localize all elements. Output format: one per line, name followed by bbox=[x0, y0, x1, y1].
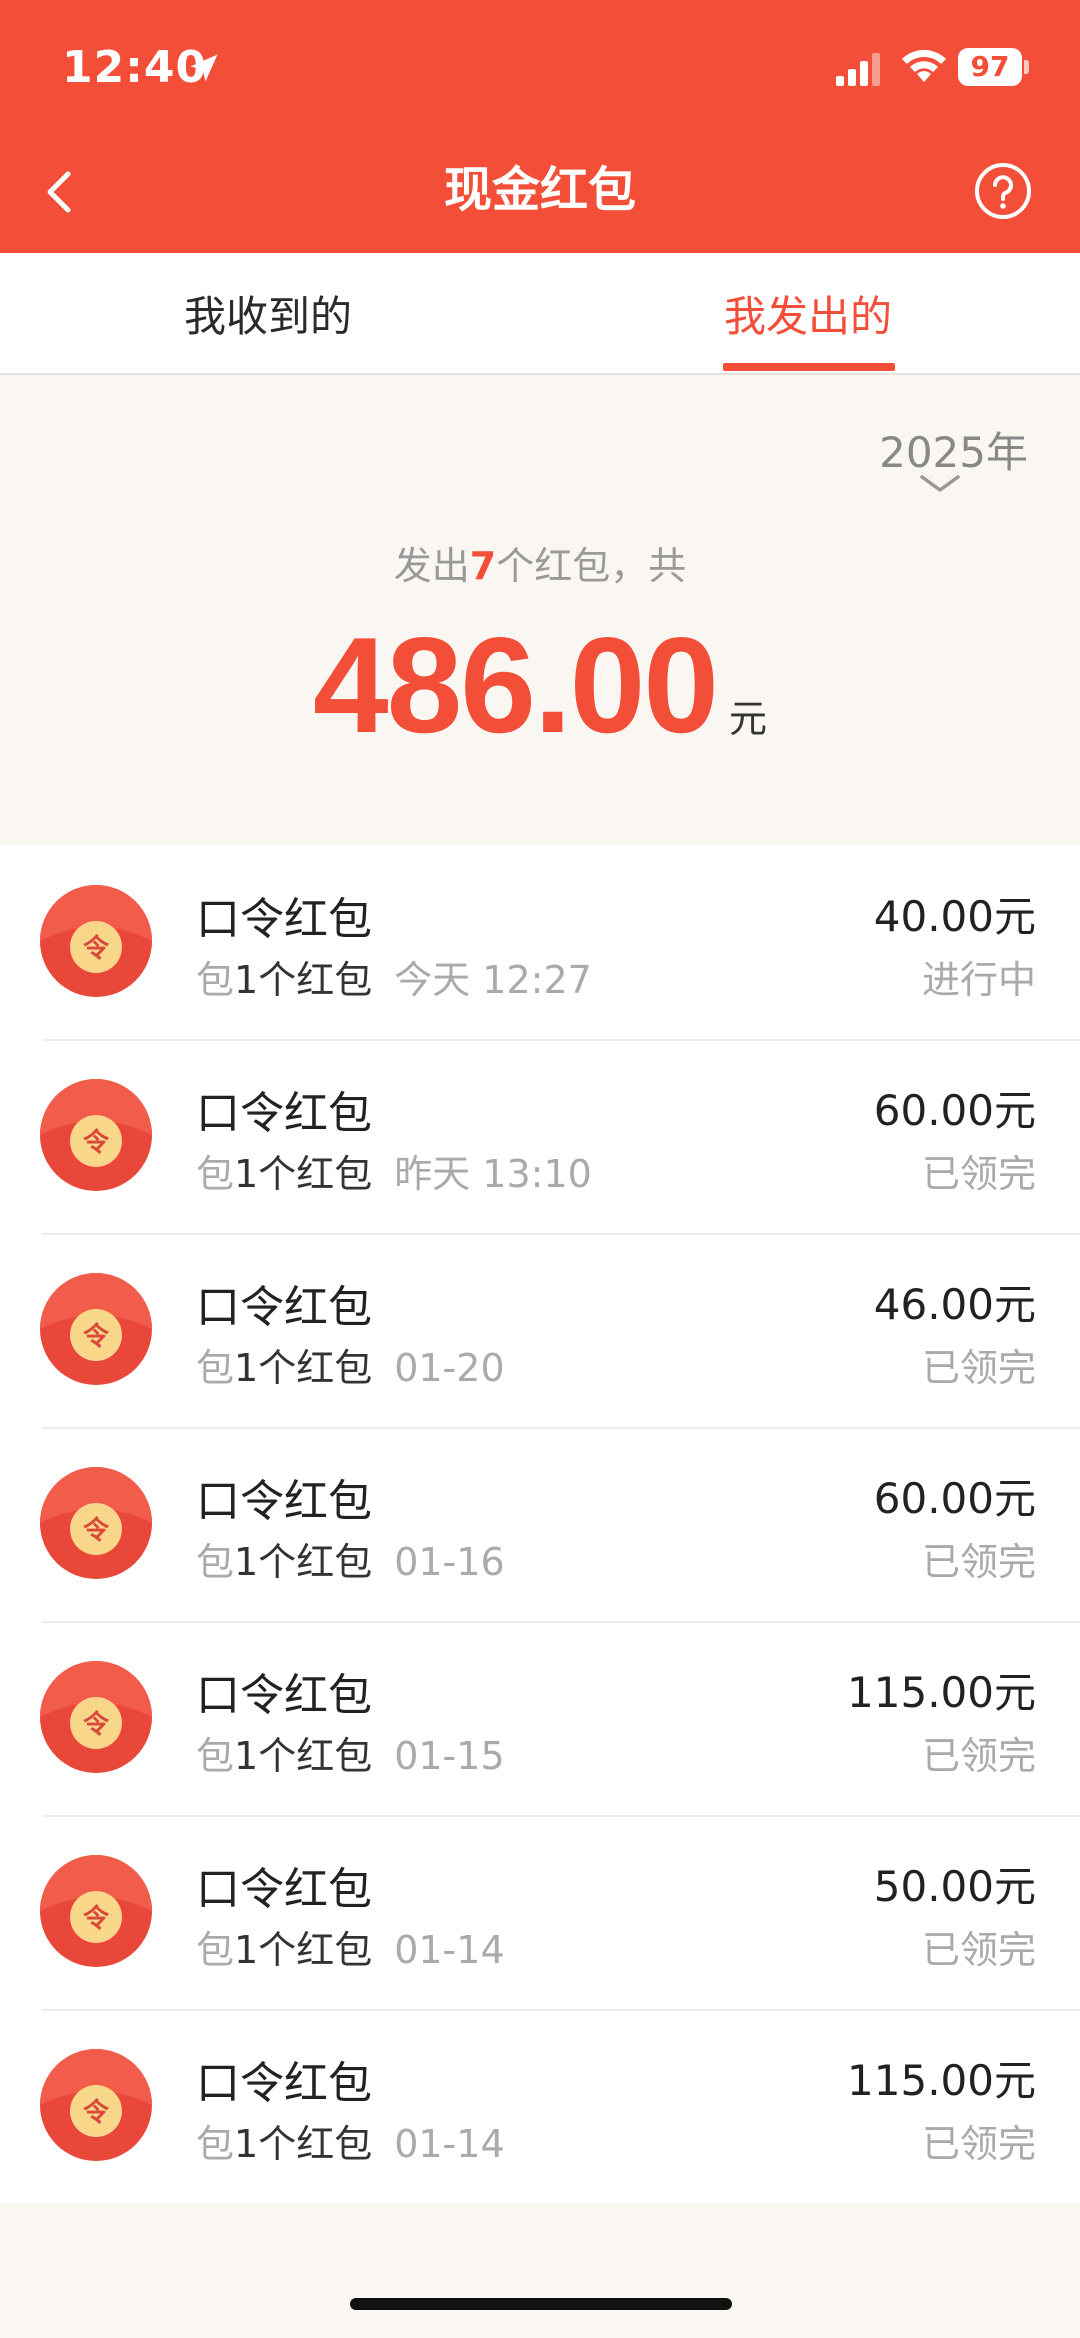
cellular-signal-icon bbox=[836, 53, 880, 86]
item-count: 1个红包 bbox=[234, 958, 373, 1002]
svg-text:令: 令 bbox=[83, 1903, 110, 1934]
red-packet-icon: 令 bbox=[40, 1661, 152, 1773]
item-status: 已领完 bbox=[921, 2122, 1036, 2166]
item-subtitle: 包1个红包 01-14 bbox=[196, 2113, 505, 2168]
item-sub-prefix: 包 bbox=[196, 1152, 235, 1196]
battery-indicator: 97 bbox=[958, 48, 1030, 88]
tab-sent[interactable]: 我发出的 bbox=[658, 289, 958, 345]
svg-text:令: 令 bbox=[83, 2097, 110, 2128]
item-date: 昨天 13:10 bbox=[394, 1152, 592, 1196]
active-tab-indicator bbox=[723, 363, 895, 371]
item-date: 01-15 bbox=[394, 1734, 505, 1778]
red-packet-icon: 令 bbox=[40, 1079, 152, 1191]
list-item[interactable]: 令 口令红包 包1个红包 01-16 60.00元 已领完 bbox=[0, 1427, 1080, 1621]
list-item[interactable]: 令 口令红包 包1个红包 今天 12:27 40.00元 进行中 bbox=[0, 845, 1080, 1039]
summary-suffix: 个红包，共 bbox=[496, 544, 687, 588]
item-title: 口令红包 bbox=[196, 1864, 372, 1915]
battery-level: 97 bbox=[970, 50, 1010, 83]
list-item[interactable]: 令 口令红包 包1个红包 01-15 115.00元 已领完 bbox=[0, 1621, 1080, 1815]
item-status: 已领完 bbox=[921, 1928, 1036, 1972]
page-title: 现金红包 bbox=[443, 162, 636, 218]
svg-text:令: 令 bbox=[83, 1709, 110, 1740]
item-status: 已领完 bbox=[921, 1540, 1036, 1584]
total-amount: 486.00 bbox=[313, 609, 719, 761]
item-count: 1个红包 bbox=[234, 2122, 373, 2166]
summary-count: 7 bbox=[469, 544, 497, 588]
summary-prefix: 发出 bbox=[393, 544, 470, 588]
item-title: 口令红包 bbox=[196, 1670, 372, 1721]
item-date: 01-14 bbox=[394, 1928, 505, 1972]
item-status: 已领完 bbox=[921, 1346, 1036, 1390]
item-status: 已领完 bbox=[921, 1734, 1036, 1778]
red-packet-icon: 令 bbox=[40, 885, 152, 997]
item-count: 1个红包 bbox=[234, 1346, 373, 1390]
item-date: 01-14 bbox=[394, 2122, 505, 2166]
item-title: 口令红包 bbox=[196, 894, 372, 945]
red-packet-icon: 令 bbox=[40, 1467, 152, 1579]
item-count: 1个红包 bbox=[234, 1152, 373, 1196]
item-sub-prefix: 包 bbox=[196, 2122, 235, 2166]
tab-bar: 我收到的 我发出的 bbox=[0, 253, 1080, 375]
item-title: 口令红包 bbox=[196, 1282, 372, 1333]
red-packet-icon: 令 bbox=[40, 2049, 152, 2161]
svg-text:令: 令 bbox=[83, 933, 110, 964]
item-title: 口令红包 bbox=[196, 1476, 372, 1527]
item-sub-prefix: 包 bbox=[196, 1540, 235, 1584]
summary-caption: 发出7个红包，共 bbox=[0, 535, 1080, 590]
wifi-icon bbox=[902, 49, 946, 82]
home-indicator bbox=[350, 2298, 732, 2310]
year-selector[interactable]: 2025年 bbox=[879, 419, 1028, 480]
item-count: 1个红包 bbox=[234, 1540, 373, 1584]
item-amount: 115.00元 bbox=[847, 2056, 1036, 2105]
item-amount: 60.00元 bbox=[873, 1086, 1036, 1135]
item-subtitle: 包1个红包 01-14 bbox=[196, 1919, 505, 1974]
red-packet-icon: 令 bbox=[40, 1855, 152, 1967]
red-packet-list: 令 口令红包 包1个红包 今天 12:27 40.00元 进行中 令 口令红包 包… bbox=[0, 845, 1080, 2203]
item-sub-prefix: 包 bbox=[196, 1928, 235, 1972]
item-title: 口令红包 bbox=[196, 1088, 372, 1139]
item-sub-prefix: 包 bbox=[196, 1346, 235, 1390]
item-subtitle: 包1个红包 01-16 bbox=[196, 1531, 505, 1586]
svg-text:令: 令 bbox=[83, 1321, 110, 1352]
total-unit: 元 bbox=[728, 697, 767, 741]
list-item[interactable]: 令 口令红包 包1个红包 昨天 13:10 60.00元 已领完 bbox=[0, 1039, 1080, 1233]
header: 12:40 97 现金红包 bbox=[0, 0, 1080, 253]
item-subtitle: 包1个红包 01-15 bbox=[196, 1725, 505, 1780]
item-title: 口令红包 bbox=[196, 2058, 372, 2109]
item-sub-prefix: 包 bbox=[196, 1734, 235, 1778]
item-count: 1个红包 bbox=[234, 1734, 373, 1778]
item-date: 01-16 bbox=[394, 1540, 505, 1584]
summary-panel: 2025年 发出7个红包，共 486.00 元 bbox=[0, 375, 1080, 845]
item-amount: 60.00元 bbox=[873, 1474, 1036, 1523]
location-arrow-icon bbox=[190, 54, 218, 82]
item-amount: 50.00元 bbox=[873, 1862, 1036, 1911]
item-date: 01-20 bbox=[394, 1346, 505, 1390]
red-packet-icon: 令 bbox=[40, 1273, 152, 1385]
item-subtitle: 包1个红包 01-20 bbox=[196, 1337, 505, 1392]
chevron-down-icon[interactable] bbox=[914, 473, 966, 495]
item-amount: 115.00元 bbox=[847, 1668, 1036, 1717]
item-status: 已领完 bbox=[921, 1152, 1036, 1196]
help-question-icon[interactable] bbox=[974, 162, 1032, 220]
list-item[interactable]: 令 口令红包 包1个红包 01-14 115.00元 已领完 bbox=[0, 2009, 1080, 2203]
item-subtitle: 包1个红包 今天 12:27 bbox=[196, 949, 592, 1004]
status-bar: 12:40 97 bbox=[0, 0, 1080, 140]
total-amount-row: 486.00 元 bbox=[0, 607, 1080, 763]
list-item[interactable]: 令 口令红包 包1个红包 01-20 46.00元 已领完 bbox=[0, 1233, 1080, 1427]
item-status: 进行中 bbox=[921, 958, 1036, 1002]
item-amount: 46.00元 bbox=[873, 1280, 1036, 1329]
item-subtitle: 包1个红包 昨天 13:10 bbox=[196, 1143, 592, 1198]
svg-text:令: 令 bbox=[83, 1515, 110, 1546]
item-sub-prefix: 包 bbox=[196, 958, 235, 1002]
item-date: 今天 12:27 bbox=[394, 958, 592, 1002]
item-amount: 40.00元 bbox=[873, 892, 1036, 941]
svg-text:令: 令 bbox=[83, 1127, 110, 1158]
list-item[interactable]: 令 口令红包 包1个红包 01-14 50.00元 已领完 bbox=[0, 1815, 1080, 2009]
item-count: 1个红包 bbox=[234, 1928, 373, 1972]
tab-received[interactable]: 我收到的 bbox=[118, 289, 418, 345]
